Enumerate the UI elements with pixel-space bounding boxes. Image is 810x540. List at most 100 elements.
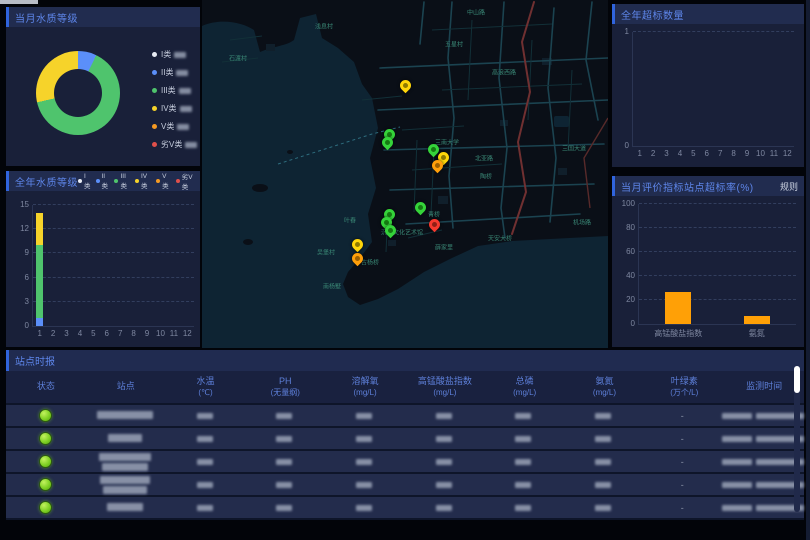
gridline: [33, 204, 194, 205]
chlorophyll-cell: -: [643, 503, 723, 513]
station-cell: [86, 453, 166, 471]
time-cell: [722, 482, 804, 488]
column-header-总磷: 总磷(mg/L): [485, 376, 565, 397]
redacted-value: [180, 106, 192, 112]
map[interactable]: 石渡村浅息村五星村高浪西路中山路三南大学北亚路陶桥三国大道机场路天安大桥叶春青桥…: [202, 0, 608, 348]
redacted-value: [197, 459, 213, 465]
x-tick-label: 8: [131, 329, 135, 338]
x-tick-label: 高锰酸盐指数: [654, 328, 702, 339]
panel-title: 全年水质等级: [15, 174, 78, 189]
time-cell: [722, 505, 804, 511]
legend-dot: [78, 179, 82, 183]
table-row[interactable]: -: [6, 428, 804, 449]
redacted-station-name: [107, 503, 143, 511]
pin-center: [433, 162, 440, 169]
pin-center: [416, 204, 423, 211]
legend-label: II类: [161, 67, 173, 78]
gridline: [33, 228, 194, 229]
legend-item[interactable]: III类: [114, 173, 130, 190]
redacted-value: [197, 413, 213, 419]
column-header-PH: PH(无量纲): [245, 376, 325, 397]
time-cell: [722, 413, 804, 419]
map-place-label: 古杨桥: [361, 258, 379, 267]
pin-center: [401, 82, 408, 89]
y-tick-label: 12: [11, 224, 29, 233]
value-cell: [483, 413, 563, 419]
panel-header: 当月水质等级: [6, 7, 200, 27]
rate-bar-1[interactable]: [665, 292, 691, 324]
chlorophyll-value: -: [681, 503, 684, 513]
map-place-label: 中山路: [467, 8, 485, 17]
table-row[interactable]: -: [6, 497, 804, 518]
legend-item[interactable]: 劣V类: [176, 171, 196, 191]
status-cell: [6, 478, 86, 491]
map-place-label: 叶春: [344, 216, 356, 225]
value-cell: [324, 436, 404, 442]
legend-item[interactable]: V类: [156, 173, 171, 190]
legend-item[interactable]: IV类: [152, 103, 197, 114]
status-cell: [6, 409, 86, 422]
status-dot-normal: [39, 478, 52, 491]
month-rate-chart: 020406080100高锰酸盐指数氨氮: [638, 204, 796, 325]
redacted-station-name: [99, 453, 151, 461]
legend-label: 劣V类: [182, 171, 196, 191]
column-unit: (万个/L): [644, 388, 724, 398]
value-cell: [324, 482, 404, 488]
map-place-label: 五星村: [445, 40, 463, 49]
panel-month-quality: 当月水质等级 I类 II类 III类 IV类 V类劣V类: [6, 7, 200, 166]
redacted-value: [176, 70, 188, 76]
redacted-value: [276, 482, 292, 488]
status-dot-normal: [39, 409, 52, 422]
y-tick-label: 0: [611, 141, 629, 150]
legend-label: V类: [162, 173, 171, 190]
legend-item[interactable]: III类: [152, 85, 197, 96]
column-name: PH: [245, 376, 325, 387]
y-tick-label: 100: [617, 199, 635, 208]
redacted-value: [595, 459, 611, 465]
legend-item[interactable]: II类: [96, 173, 110, 190]
table-row[interactable]: -: [6, 474, 804, 495]
gridline: [33, 301, 194, 302]
legend-dot: [135, 179, 139, 183]
rules-link[interactable]: 规则: [780, 180, 798, 193]
legend-dot: [152, 70, 157, 75]
gridline: [639, 275, 796, 276]
legend-item[interactable]: 劣V类: [152, 139, 197, 150]
table-scrollbar-thumb[interactable]: [794, 366, 800, 393]
redacted-date: [722, 436, 752, 442]
legend-dot: [152, 142, 157, 147]
redacted-value: [595, 482, 611, 488]
station-cell: [86, 407, 166, 425]
panel-title: 全年超标数量: [621, 7, 684, 22]
table-row[interactable]: -: [6, 405, 804, 426]
value-cell: [404, 436, 484, 442]
column-unit: (无量纲): [245, 388, 325, 398]
legend-item[interactable]: V类: [152, 121, 197, 132]
rate-bar-2[interactable]: [744, 316, 770, 324]
gridline: [639, 251, 796, 252]
value-cell: [165, 436, 245, 442]
stacked-bar[interactable]: [36, 205, 43, 326]
map-place-label: 天安大桥: [488, 234, 512, 243]
year-exceed-chart: 01123456789101112: [632, 32, 794, 147]
legend-item[interactable]: II类: [152, 67, 197, 78]
y-tick-label: 80: [617, 223, 635, 232]
map-place-label: 浅息村: [315, 22, 333, 31]
column-name: 状态: [6, 381, 86, 392]
map-place-label: 三南大学: [435, 138, 459, 147]
y-tick-label: 0: [617, 319, 635, 328]
legend-item[interactable]: I类: [152, 49, 197, 60]
column-header-监测时间: 监测时间: [724, 381, 804, 392]
table-row[interactable]: -: [6, 451, 804, 472]
chlorophyll-cell: -: [643, 411, 723, 421]
legend-item[interactable]: IV类: [135, 173, 151, 190]
station-cell: [86, 430, 166, 448]
value-cell: [404, 413, 484, 419]
value-cell: [483, 482, 563, 488]
column-name: 叶绿素: [644, 376, 724, 387]
column-unit: (℃): [166, 388, 246, 398]
redacted-value: [436, 413, 452, 419]
status-cell: [6, 432, 86, 445]
legend-item[interactable]: I类: [78, 173, 91, 190]
pin-center: [383, 139, 390, 146]
